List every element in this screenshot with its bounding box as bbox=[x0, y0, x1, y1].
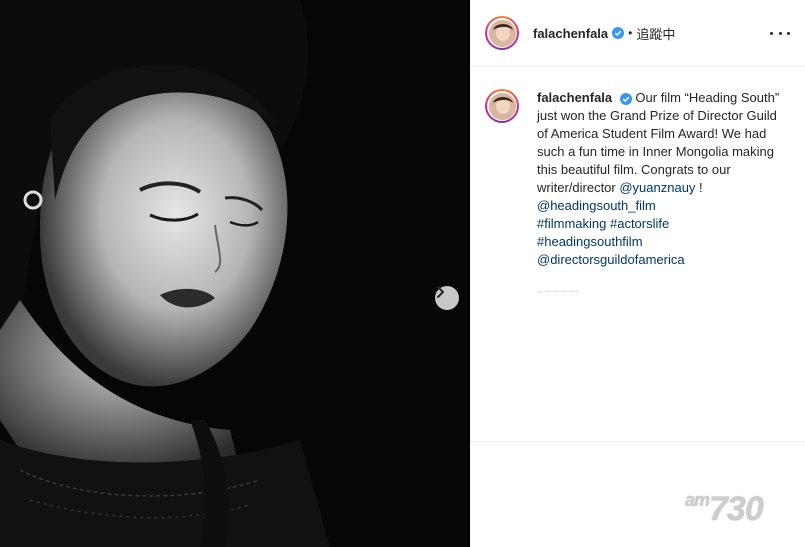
avatar-image bbox=[488, 19, 516, 47]
hashtag-link[interactable]: #filmmaking bbox=[537, 216, 606, 231]
header-username[interactable]: falachenfala bbox=[533, 26, 608, 41]
mention-link[interactable]: @headingsouth_film bbox=[537, 198, 656, 213]
watermark: am730 bbox=[685, 490, 764, 528]
photo-image bbox=[0, 0, 470, 547]
avatar[interactable] bbox=[485, 16, 519, 50]
mention-link[interactable]: @directorsguildofamerica bbox=[537, 252, 685, 267]
following-button[interactable]: 追蹤中 bbox=[636, 24, 675, 43]
panel-divider bbox=[471, 441, 805, 442]
post-header: falachenfala • 追蹤中 bbox=[471, 0, 805, 67]
separator-dot: • bbox=[628, 26, 633, 40]
faint-divider bbox=[539, 291, 579, 294]
post-photo bbox=[0, 0, 470, 547]
next-photo-button[interactable] bbox=[435, 286, 459, 310]
chevron-right-icon bbox=[437, 286, 444, 298]
caption-avatar[interactable] bbox=[485, 89, 519, 123]
hashtag-link[interactable]: #actorslife bbox=[610, 216, 669, 231]
verified-badge-icon bbox=[619, 92, 632, 105]
hashtag-link[interactable]: #headingsouthfilm bbox=[537, 234, 643, 249]
caption-row: falachenfala Our film “Heading South” ju… bbox=[485, 89, 785, 269]
more-options-icon[interactable] bbox=[770, 24, 790, 42]
caption-text: ! bbox=[695, 180, 703, 195]
caption-username[interactable]: falachenfala bbox=[537, 90, 612, 105]
post-side-panel: falachenfala • 追蹤中 falachenfala Our film… bbox=[470, 0, 805, 547]
post-caption: falachenfala Our film “Heading South” ju… bbox=[537, 89, 785, 269]
mention-link[interactable]: @yuanznauy bbox=[619, 180, 695, 195]
caption-avatar-image bbox=[488, 92, 516, 120]
verified-badge-icon bbox=[612, 27, 625, 39]
